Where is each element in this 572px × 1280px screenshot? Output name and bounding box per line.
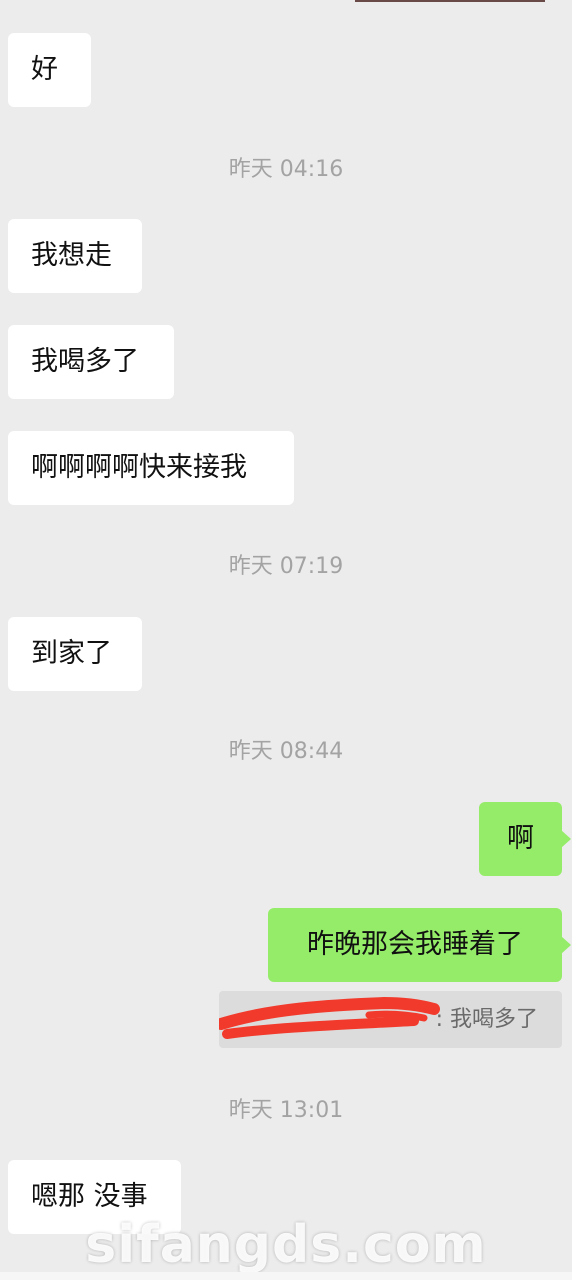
timestamp: 昨天 08:44: [228, 739, 344, 764]
message-bubble-incoming[interactable]: 好: [8, 33, 91, 107]
timestamp: 昨天 13:01: [228, 1098, 344, 1123]
redaction-scribble: [219, 996, 440, 1039]
timestamp: 昨天 04:16: [228, 157, 344, 182]
message-bubble-outgoing[interactable]: 昨晚那会我睡着了: [268, 908, 571, 982]
message-bubble-outgoing[interactable]: 啊: [479, 802, 571, 876]
message-bubble-incoming[interactable]: 我想走: [8, 219, 142, 293]
message-bubble-incoming[interactable]: 啊啊啊啊快来接我: [8, 431, 294, 505]
quoted-reply[interactable]: : 我喝多了: [219, 991, 562, 1048]
watermark: sifangds.com: [85, 1215, 487, 1275]
quoted-message-text: : 我喝多了: [435, 1007, 538, 1032]
timestamp: 昨天 07:19: [228, 554, 344, 579]
message-bubble-incoming[interactable]: 我喝多了: [8, 325, 174, 399]
top-image-edge: [355, 0, 545, 2]
bottom-edge: [0, 1272, 572, 1280]
message-bubble-incoming[interactable]: 到家了: [8, 617, 142, 691]
